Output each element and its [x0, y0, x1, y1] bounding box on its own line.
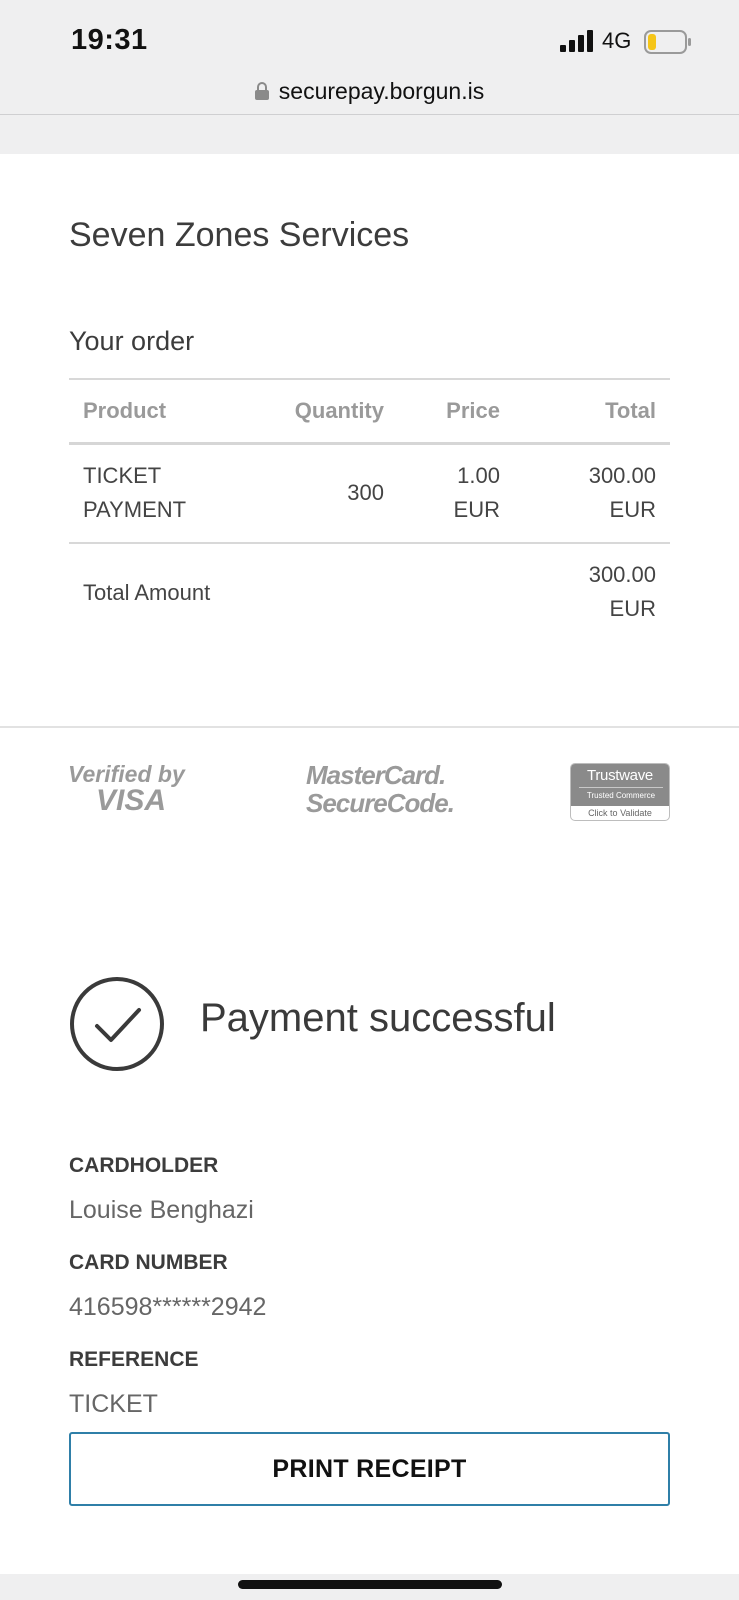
card-number-value: 416598******2942	[69, 1293, 267, 1321]
address-bar[interactable]: securepay.borgun.is	[0, 70, 739, 112]
table-row: TICKET PAYMENT 300 1.00 EUR 300.00 EUR	[69, 445, 670, 542]
visa-line2: VISA	[96, 784, 166, 816]
total-amount-label: Total Amount	[83, 580, 211, 605]
line-total-currency: EUR	[609, 497, 656, 522]
product-cell: TICKET PAYMENT	[83, 459, 186, 527]
reference-label: REFERENCE	[69, 1348, 199, 1371]
card-number-label: CARD NUMBER	[69, 1251, 228, 1274]
reference-value: TICKET	[69, 1390, 158, 1418]
trustwave-name: Trustwave	[587, 767, 653, 784]
section-divider	[0, 726, 739, 728]
signal-icon	[560, 30, 593, 52]
trustwave-subtitle: Trusted Commerce	[579, 787, 663, 800]
price-currency: EUR	[453, 497, 500, 522]
merchant-name: Seven Zones Services	[69, 216, 410, 254]
checkmark-circle-icon	[70, 977, 164, 1071]
price-amount: 1.00	[457, 463, 500, 488]
column-header-quantity: Quantity	[294, 398, 384, 423]
total-amount-number: 300.00	[588, 562, 656, 587]
status-time: 19:31	[71, 24, 148, 56]
total-cell: 300.00 EUR	[589, 459, 656, 527]
cardholder-label: CARDHOLDER	[69, 1154, 219, 1177]
trustwave-validate-link: Click to Validate	[588, 808, 652, 818]
column-header-total: Total	[605, 398, 656, 423]
quantity-cell: 300	[347, 480, 384, 505]
order-title: Your order	[69, 326, 195, 356]
total-amount-value: 300.00 EUR	[589, 558, 656, 626]
product-name-line1: TICKET	[83, 463, 162, 488]
mastercard-securecode-logo: MasterCard. SecureCode.	[306, 760, 454, 818]
url-text: securepay.borgun.is	[278, 77, 485, 104]
cardholder-value: Louise Benghazi	[69, 1196, 254, 1224]
browser-chrome: 19:31 4G securepay.borgun.is	[0, 0, 739, 154]
total-amount-row: Total Amount 300.00 EUR	[69, 544, 670, 638]
trustwave-seal[interactable]: Trustwave Trusted Commerce Click to Vali…	[570, 763, 670, 821]
product-name-line2: PAYMENT	[83, 497, 187, 522]
line-total-amount: 300.00	[588, 463, 656, 488]
verified-by-visa-logo: Verified by VISA	[68, 761, 186, 816]
order-table: Product Quantity Price Total TICKET PAYM…	[69, 378, 670, 638]
chrome-divider	[0, 114, 739, 115]
price-cell: 1.00 EUR	[454, 459, 500, 527]
lock-icon	[254, 82, 269, 100]
home-indicator[interactable]	[238, 1580, 502, 1589]
trustwave-header: Trustwave Trusted Commerce	[571, 764, 669, 806]
battery-icon	[644, 30, 691, 54]
mastercard-line2: SecureCode.	[306, 788, 454, 818]
mastercard-line1: MasterCard.	[306, 760, 445, 790]
column-header-product: Product	[83, 398, 167, 423]
payment-status-message: Payment successful	[200, 996, 556, 1040]
network-type: 4G	[602, 28, 632, 53]
table-header: Product Quantity Price Total	[69, 380, 670, 442]
column-header-price: Price	[446, 398, 500, 423]
total-amount-currency: EUR	[609, 596, 656, 621]
print-receipt-button[interactable]: PRINT RECEIPT	[69, 1432, 670, 1506]
